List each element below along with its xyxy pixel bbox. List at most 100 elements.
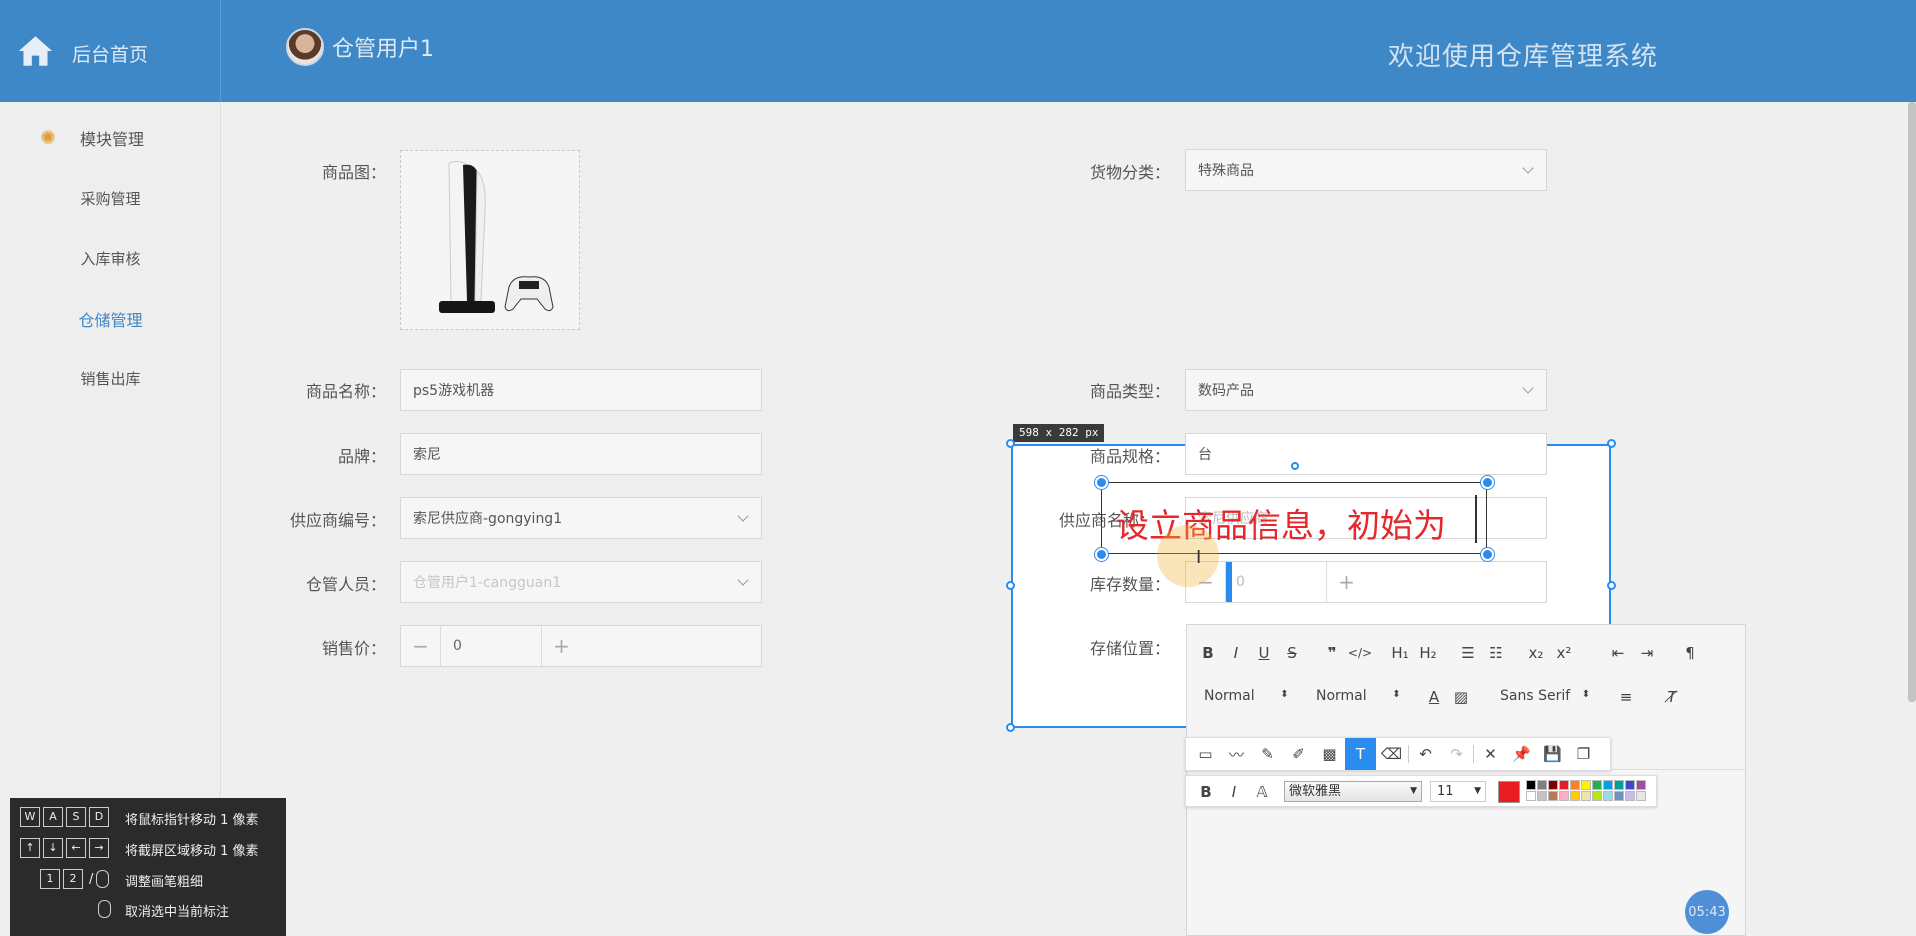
recording-timer[interactable]: 05:43: [1685, 890, 1729, 934]
close-icon[interactable]: ✕: [1475, 738, 1506, 770]
color-swatch[interactable]: [1592, 780, 1602, 790]
redo-icon[interactable]: ↷: [1441, 738, 1472, 770]
resize-handle[interactable]: [1607, 439, 1616, 448]
color-swatch[interactable]: [1581, 791, 1591, 801]
stock-stepper[interactable]: − 0 +: [1185, 561, 1547, 603]
pin-icon[interactable]: 📌: [1506, 738, 1537, 770]
resize-handle[interactable]: [1006, 439, 1015, 448]
color-swatch[interactable]: [1614, 791, 1624, 801]
strike-icon[interactable]: S: [1278, 644, 1306, 662]
header-select-1[interactable]: Normal ⬍: [1204, 688, 1289, 704]
color-swatch[interactable]: [1526, 791, 1536, 801]
code-icon[interactable]: </>: [1346, 646, 1374, 660]
color-swatch[interactable]: [1559, 791, 1569, 801]
color-swatch[interactable]: [1581, 780, 1591, 790]
outline-text-icon[interactable]: 𝔸: [1248, 783, 1276, 801]
mosaic-icon[interactable]: ▩: [1314, 738, 1345, 770]
pen-icon[interactable]: ✎: [1252, 738, 1283, 770]
chevron-down-icon: [1522, 162, 1534, 174]
indent-icon[interactable]: ⇥: [1633, 644, 1661, 662]
polyline-icon[interactable]: 〰: [1221, 738, 1252, 770]
color-swatch[interactable]: [1548, 791, 1558, 801]
color-swatch[interactable]: [1592, 791, 1602, 801]
price-stepper[interactable]: − 0 +: [400, 625, 762, 667]
user-menu[interactable]: 仓管用户1: [286, 28, 434, 66]
sidebar-item-purchase[interactable]: 采购管理: [0, 188, 221, 209]
color-swatch[interactable]: [1603, 791, 1613, 801]
plus-button[interactable]: +: [1326, 562, 1366, 602]
color-swatch[interactable]: [1548, 780, 1558, 790]
brand-field[interactable]: 索尼: [400, 433, 762, 475]
current-color-swatch[interactable]: [1498, 781, 1520, 803]
resize-handle[interactable]: [1095, 548, 1108, 561]
spec-field[interactable]: 台: [1185, 433, 1547, 475]
font-family-select[interactable]: Sans Serif ⬍: [1500, 688, 1590, 704]
font-size-select[interactable]: 11 ▼: [1430, 781, 1486, 802]
stock-value[interactable]: 0: [1226, 562, 1326, 602]
sidebar-item-sales-outbound[interactable]: 销售出库: [0, 368, 221, 389]
italic-icon[interactable]: I: [1220, 783, 1248, 801]
bold-icon[interactable]: B: [1194, 644, 1222, 662]
eraser-icon[interactable]: ⌫: [1376, 738, 1407, 770]
underline-icon[interactable]: U: [1250, 644, 1278, 662]
clear-format-icon[interactable]: T̸: [1658, 688, 1686, 706]
text-tool-icon[interactable]: T: [1345, 738, 1376, 770]
subscript-icon[interactable]: x₂: [1522, 644, 1550, 662]
sidebar-section-header[interactable]: ✺ 模块管理: [40, 126, 144, 150]
type-select[interactable]: 数码产品: [1185, 369, 1547, 411]
resize-handle[interactable]: [1607, 581, 1616, 590]
color-swatch[interactable]: [1537, 780, 1547, 790]
bullet-list-icon[interactable]: ☷: [1482, 644, 1510, 662]
background-color-icon[interactable]: ▨: [1447, 688, 1475, 706]
header-select-2[interactable]: Normal ⬍: [1316, 688, 1401, 704]
color-swatch[interactable]: [1636, 780, 1646, 790]
plus-button[interactable]: +: [541, 626, 581, 666]
rtl-icon[interactable]: ¶: [1676, 644, 1704, 662]
product-image-upload[interactable]: [400, 150, 580, 330]
color-swatch[interactable]: [1625, 791, 1635, 801]
copy-icon[interactable]: ❐: [1568, 738, 1599, 770]
align-icon[interactable]: ≡: [1612, 688, 1640, 706]
keeper-label: 仓管人员：: [305, 575, 386, 594]
color-swatch[interactable]: [1625, 780, 1635, 790]
color-swatch[interactable]: [1537, 791, 1547, 801]
home-link[interactable]: 后台首页: [0, 0, 221, 102]
marker-icon[interactable]: ✐: [1283, 738, 1314, 770]
brand-label: 品牌：: [337, 447, 386, 466]
outdent-icon[interactable]: ⇤: [1604, 644, 1632, 662]
shape-icon[interactable]: ▭: [1190, 738, 1221, 770]
sidebar-item-storage[interactable]: 仓储管理: [0, 307, 221, 331]
color-swatch[interactable]: [1559, 780, 1569, 790]
resize-handle[interactable]: [1481, 548, 1494, 561]
color-swatch[interactable]: [1570, 791, 1580, 801]
supplier-code-select[interactable]: 索尼供应商-gongying1: [400, 497, 762, 539]
superscript-icon[interactable]: x²: [1550, 644, 1578, 662]
price-value[interactable]: 0: [441, 626, 541, 666]
category-select[interactable]: 特殊商品: [1185, 149, 1547, 191]
rotate-handle[interactable]: [1095, 476, 1108, 489]
sidebar-item-inbound-review[interactable]: 入库审核: [0, 248, 221, 269]
h1-icon[interactable]: H₁: [1386, 644, 1414, 662]
close-icon[interactable]: [1481, 476, 1494, 489]
rotate-icon[interactable]: [1291, 462, 1299, 470]
product-name-field[interactable]: ps5游戏机器: [400, 369, 762, 411]
resize-handle[interactable]: [1006, 723, 1015, 732]
undo-icon[interactable]: ↶: [1410, 738, 1441, 770]
color-swatch[interactable]: [1636, 791, 1646, 801]
font-name-select[interactable]: 微软雅黑 ▼: [1284, 781, 1422, 802]
h2-icon[interactable]: H₂: [1414, 644, 1442, 662]
page-scrollbar[interactable]: [1908, 102, 1916, 702]
color-swatch[interactable]: [1570, 780, 1580, 790]
text-color-icon[interactable]: A: [1420, 688, 1448, 706]
minus-button[interactable]: −: [401, 626, 441, 666]
ordered-list-icon[interactable]: ☰: [1454, 644, 1482, 662]
color-palette[interactable]: [1526, 780, 1646, 801]
color-swatch[interactable]: [1526, 780, 1536, 790]
resize-handle[interactable]: [1006, 581, 1015, 590]
italic-icon[interactable]: I: [1222, 644, 1250, 662]
color-swatch[interactable]: [1614, 780, 1624, 790]
bold-icon[interactable]: B: [1192, 783, 1220, 801]
quote-icon[interactable]: ❞: [1318, 644, 1346, 662]
color-swatch[interactable]: [1603, 780, 1613, 790]
save-icon[interactable]: 💾: [1537, 738, 1568, 770]
